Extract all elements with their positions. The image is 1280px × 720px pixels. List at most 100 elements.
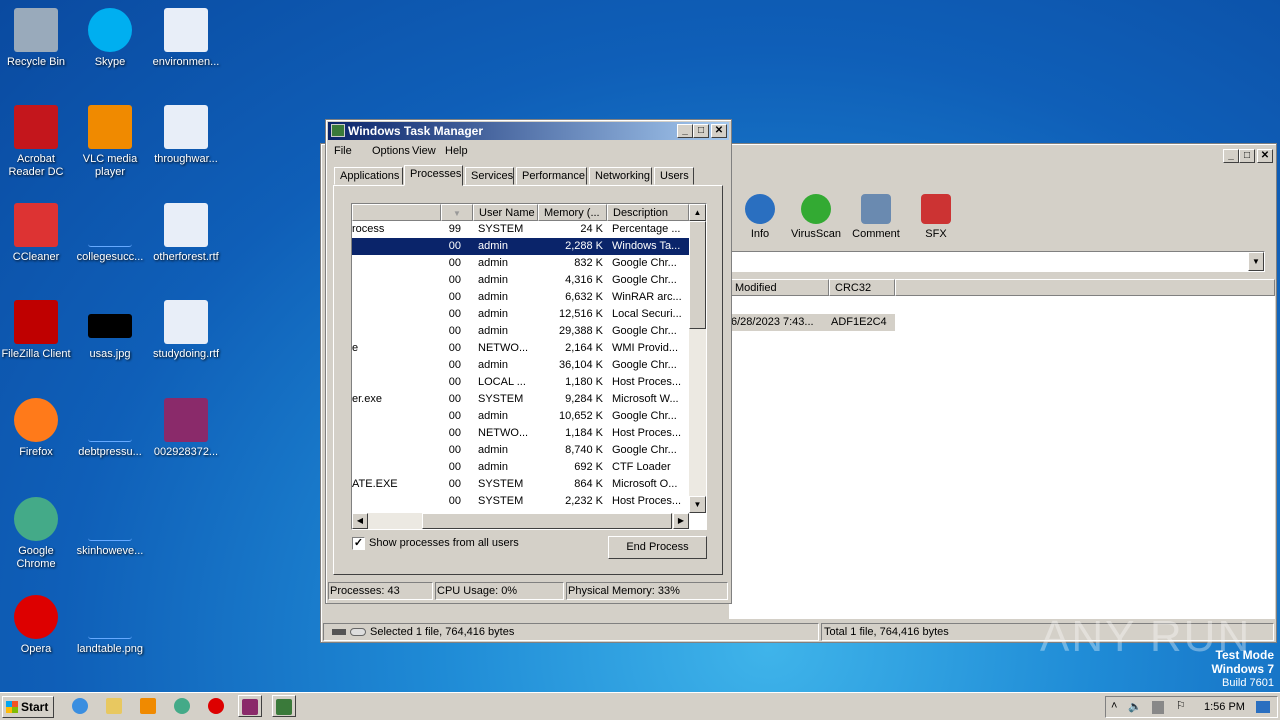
clock[interactable]: 1:56 PM — [1204, 701, 1245, 713]
address-bar[interactable]: ▼ — [729, 251, 1265, 272]
desktop-icon[interactable]: Firefox — [0, 398, 74, 459]
process-row[interactable]: 00 admin 692 K CTF Loader — [352, 459, 689, 476]
maximize-button[interactable]: □ — [693, 124, 709, 138]
taskbar-explorer-button[interactable] — [102, 695, 126, 717]
scroll-thumb[interactable] — [422, 513, 672, 529]
column-header[interactable]: Description — [607, 204, 689, 221]
process-row[interactable]: 00 NETWO... 1,184 K Host Proces... — [352, 425, 689, 442]
scroll-up-button[interactable]: ▲ — [689, 204, 706, 221]
file-row[interactable]: 6/28/2023 7:43... ADF1E2C4 — [729, 314, 895, 331]
process-row[interactable]: 00 admin 6,632 K WinRAR arc... — [352, 289, 689, 306]
end-process-button[interactable]: End Process — [608, 536, 707, 559]
desktop-icon[interactable]: 002928372... — [148, 398, 224, 459]
column-header[interactable]: Memory (... — [538, 204, 607, 221]
process-row[interactable]: 00 admin 36,104 K Google Chr... — [352, 357, 689, 374]
close-button[interactable]: ✕ — [1257, 149, 1273, 163]
toolbar-info-button[interactable]: Info — [735, 194, 785, 240]
toolbar-sfx-button[interactable]: SFX — [911, 194, 961, 240]
process-row[interactable]: 00 admin 832 K Google Chr... — [352, 255, 689, 272]
tab-performance[interactable]: Performance — [516, 167, 587, 185]
column-modified[interactable]: Modified — [729, 279, 829, 296]
description: Host Proces... — [612, 427, 682, 439]
toolbar-virusscan-button[interactable]: VirusScan — [791, 194, 841, 240]
volume-icon[interactable]: 🔈 — [1128, 700, 1142, 713]
show-hidden-icons[interactable]: ˄ — [1111, 700, 1117, 712]
desktop-icon[interactable]: Google Chrome — [0, 497, 74, 571]
process-row[interactable]: 00 admin 2,288 K Windows Ta... — [352, 238, 689, 255]
scroll-right-button[interactable]: ▶ — [673, 513, 689, 529]
toolbar-comment-button[interactable]: Comment — [851, 194, 901, 240]
desktop-icon[interactable]: otherforest.rtf — [148, 203, 224, 264]
menu-options[interactable]: Options — [372, 145, 410, 157]
action-center-flag-icon[interactable]: ⚐ — [1176, 699, 1186, 712]
menu-help[interactable]: Help — [445, 145, 468, 157]
column-header[interactable]: ▼ — [441, 204, 473, 221]
tab-processes[interactable]: Processes — [404, 165, 463, 186]
scroll-left-button[interactable]: ◀ — [352, 513, 368, 529]
show-desktop-icon[interactable] — [1256, 701, 1270, 713]
desktop-icon[interactable]: Recycle Bin — [0, 8, 74, 69]
chevron-down-icon[interactable]: ▼ — [1248, 252, 1264, 271]
desktop-icon[interactable]: environmen... — [148, 8, 224, 69]
explorer-icon — [106, 698, 122, 714]
desktop-icon[interactable]: VLC media player — [72, 105, 148, 179]
desktop-icon[interactable]: landtable.png — [72, 595, 148, 656]
menu-view[interactable]: View — [412, 145, 436, 157]
desktop-icon[interactable]: studydoing.rtf — [148, 300, 224, 361]
desktop-icon[interactable]: throughwar... — [148, 105, 224, 166]
maximize-button[interactable]: □ — [1239, 149, 1255, 163]
scroll-down-button[interactable]: ▼ — [689, 496, 706, 513]
desktop-icon[interactable]: collegesucc... — [72, 203, 148, 264]
taskbar-winrar-button[interactable] — [238, 695, 262, 717]
process-row[interactable]: 00 SYSTEM 2,232 K Host Proces... — [352, 493, 689, 510]
column-header[interactable] — [352, 204, 441, 221]
close-button[interactable]: ✕ — [711, 124, 727, 138]
tab-networking[interactable]: Networking — [589, 167, 652, 185]
desktop-icon[interactable]: skinhoweve... — [72, 497, 148, 558]
vertical-scrollbar[interactable]: ▲ ▼ — [689, 204, 706, 513]
process-row[interactable]: e 00 NETWO... 2,164 K WMI Provid... — [352, 340, 689, 357]
memory: 864 K — [574, 478, 603, 490]
process-row[interactable]: 00 admin 12,516 K Local Securi... — [352, 306, 689, 323]
system-tray: ˄ 🔈 ⚐ 1:56 PM — [1105, 696, 1278, 718]
network-icon[interactable] — [1152, 701, 1164, 714]
taskbar-task-manager-button[interactable] — [272, 695, 296, 717]
process-name: ATE.EXE — [352, 478, 398, 490]
column-header[interactable]: User Name — [473, 204, 538, 221]
minimize-button[interactable]: _ — [677, 124, 693, 138]
process-table[interactable]: ▼ User Name Memory (... Description rocess 9… — [351, 203, 707, 530]
desktop-icon[interactable]: Opera — [0, 595, 74, 656]
process-row[interactable]: ATE.EXE 00 SYSTEM 864 K Microsoft O... — [352, 476, 689, 493]
horizontal-scrollbar[interactable]: ◀ ▶ — [352, 513, 689, 529]
desktop-icon[interactable]: FileZilla Client — [0, 300, 74, 361]
desktop-icon[interactable]: Acrobat Reader DC — [0, 105, 74, 179]
start-button[interactable]: Start — [2, 696, 54, 718]
desktop-icon[interactable]: Skype — [72, 8, 148, 69]
cpu: 00 — [448, 325, 461, 337]
tab-applications[interactable]: Applications — [334, 167, 403, 185]
process-row[interactable]: rocess 99 SYSTEM 24 K Percentage ... — [352, 221, 689, 238]
column-crc32[interactable]: CRC32 — [829, 279, 895, 296]
file-list[interactable]: Modified CRC32 6/28/2023 7:43... ADF1E2C… — [729, 279, 1275, 619]
taskbar-chrome-button[interactable] — [170, 695, 194, 717]
process-row[interactable]: 00 admin 4,316 K Google Chr... — [352, 272, 689, 289]
tab-users[interactable]: Users — [654, 167, 694, 185]
user-name: admin — [478, 325, 508, 337]
tab-services[interactable]: Services — [465, 167, 514, 185]
scroll-thumb[interactable] — [689, 221, 706, 329]
task-manager-title-bar[interactable]: Windows Task Manager — [328, 122, 729, 140]
menu-file[interactable]: File — [334, 145, 352, 157]
taskbar-ie-button[interactable] — [68, 695, 92, 717]
process-row[interactable]: 00 admin 29,388 K Google Chr... — [352, 323, 689, 340]
process-row[interactable]: er.exe 00 SYSTEM 9,284 K Microsoft W... — [352, 391, 689, 408]
desktop-icon[interactable]: CCleaner — [0, 203, 74, 264]
process-row[interactable]: 00 admin 10,652 K Google Chr... — [352, 408, 689, 425]
process-row[interactable]: 00 admin 8,740 K Google Chr... — [352, 442, 689, 459]
checkbox[interactable]: ✓ — [352, 537, 365, 550]
desktop-icon[interactable]: debtpressu... — [72, 398, 148, 459]
taskbar-opera-button[interactable] — [204, 695, 228, 717]
desktop-icon[interactable]: usas.jpg — [72, 300, 148, 361]
minimize-button[interactable]: _ — [1223, 149, 1239, 163]
process-row[interactable]: 00 LOCAL ... 1,180 K Host Proces... — [352, 374, 689, 391]
taskbar-media-player-button[interactable] — [136, 695, 160, 717]
